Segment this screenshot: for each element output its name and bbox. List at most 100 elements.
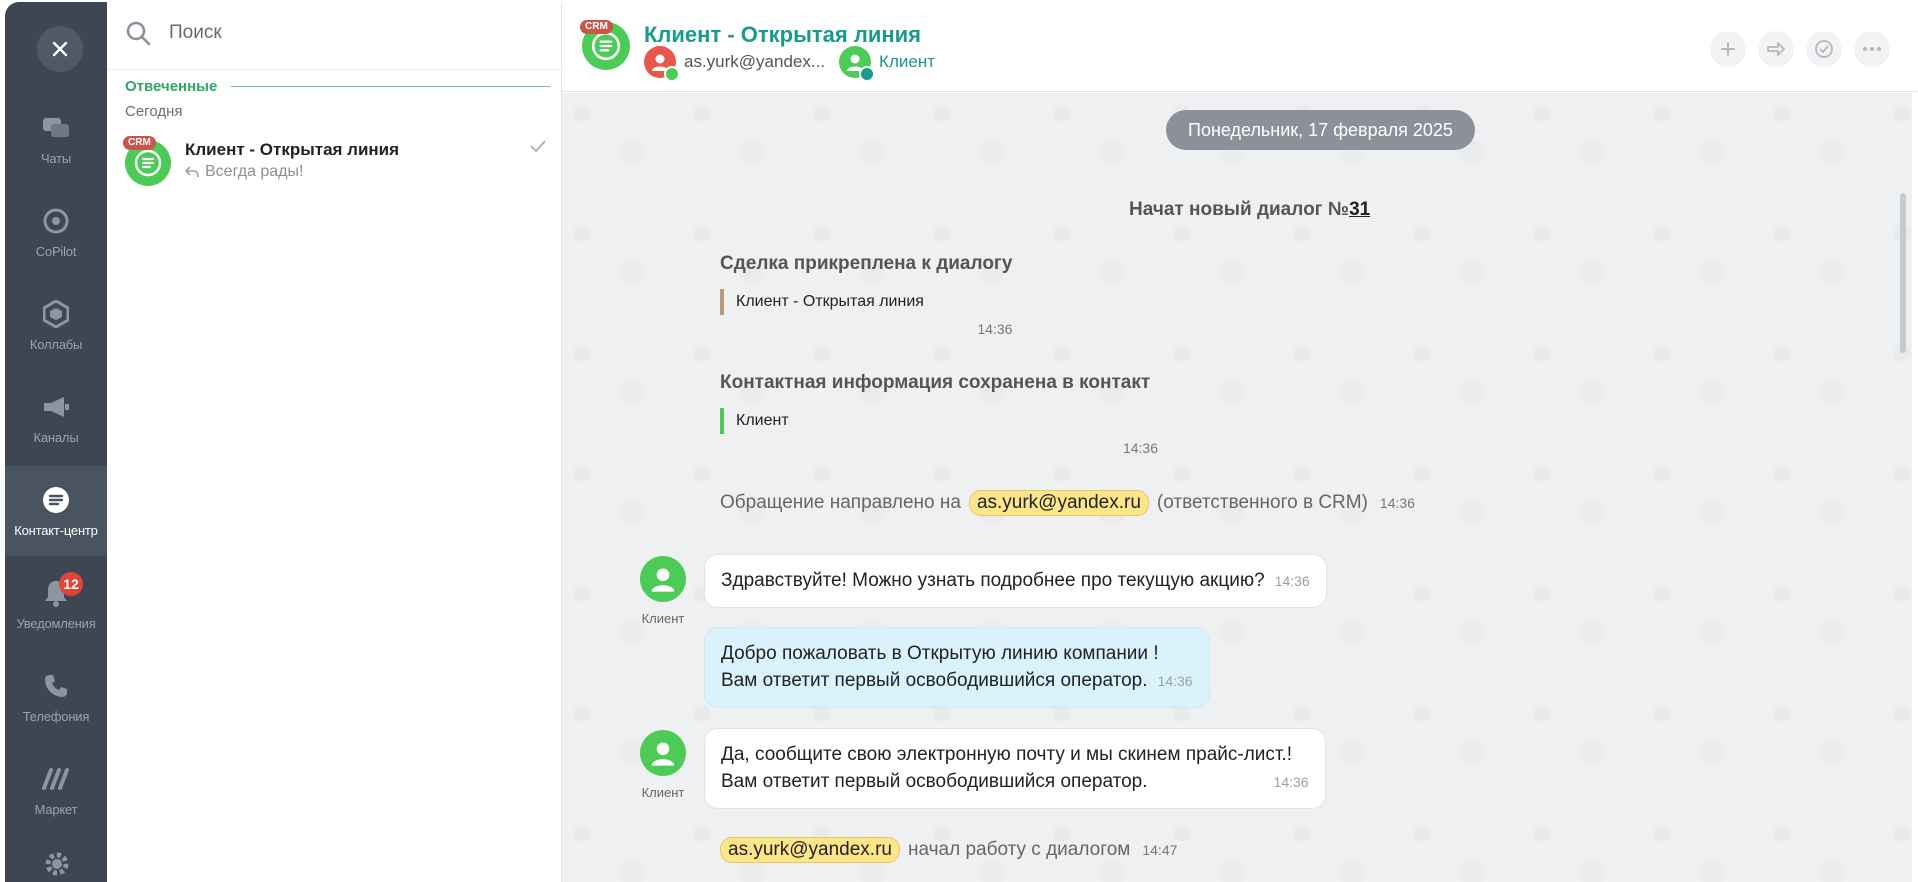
gear-icon (45, 852, 69, 876)
rail-item-label: Каналы (33, 429, 79, 445)
reply-icon (185, 166, 199, 178)
client-avatar[interactable] (640, 556, 686, 602)
read-check-icon (530, 140, 546, 152)
operator-name[interactable]: as.yurk@yandex... (684, 52, 825, 72)
quote-bar (720, 289, 724, 315)
message-text: Добро пожаловать в Открытую линию компан… (721, 643, 1159, 664)
more-button[interactable] (1854, 31, 1890, 67)
contact-link[interactable]: Клиент (720, 408, 1158, 434)
crm-tag: CRM (123, 136, 156, 150)
client-avatar[interactable] (640, 730, 686, 776)
quote-bar (720, 408, 724, 434)
rail-item-collabs[interactable]: Коллабы (5, 280, 107, 370)
contact-center-icon (41, 485, 71, 515)
bell-icon: 12 (41, 571, 83, 608)
deal-attached-notice: Сделка прикреплена к диалогу Клиент - От… (720, 253, 1012, 337)
crm-tag: CRM (580, 20, 613, 34)
rail-item-chats[interactable]: Чаты (5, 94, 107, 184)
forward-button[interactable] (1758, 31, 1794, 67)
assignment-notice: Обращение направлено на as.yurk@yandex.r… (720, 490, 1415, 516)
message-text: Вам ответит первый освободившийся операт… (721, 670, 1148, 691)
chat-list-item[interactable]: CRM Клиент - Открытая линия Всегда рады! (123, 136, 550, 186)
rail-item-market[interactable]: Маркет (5, 745, 107, 835)
more-icon (1863, 47, 1881, 51)
operator-avatar[interactable] (644, 46, 680, 82)
operator-mention[interactable]: as.yurk@yandex.ru (720, 837, 900, 863)
contact-name: Клиент (736, 412, 789, 429)
assign-suffix: (ответственного в CRM) (1156, 492, 1368, 513)
notice-time: 14:47 (1142, 842, 1178, 858)
open-line-icon (591, 31, 621, 61)
close-button[interactable] (37, 26, 83, 72)
message-bubble[interactable]: Да, сообщите свою электронную почту и мы… (704, 728, 1326, 809)
chats-icon (41, 113, 71, 143)
client-name[interactable]: Клиент (879, 52, 935, 72)
user-icon (651, 568, 675, 592)
chat-main: CRM Клиент - Открытая линия as.yurk@yand… (562, 2, 1918, 882)
search-icon (126, 21, 151, 46)
scrollbar[interactable] (1900, 193, 1906, 353)
deal-name: Клиент - Открытая линия (736, 293, 924, 310)
search-input[interactable] (167, 21, 527, 45)
section-today: Сегодня (125, 103, 183, 120)
search-bar (125, 20, 527, 46)
notifications-badge: 12 (59, 571, 83, 596)
notice-title: Контактная информация сохранена в контак… (720, 372, 1151, 393)
date-separator: Понедельник, 17 февраля 2025 (1166, 110, 1475, 150)
rail-item-channels[interactable]: Каналы (5, 373, 107, 463)
dialog-number-link[interactable]: 31 (1349, 199, 1370, 220)
client-avatar[interactable] (839, 46, 876, 82)
rail-item-copilot[interactable]: CoPilot (5, 187, 107, 277)
close-icon (52, 41, 68, 57)
rail-item-label: Телефония (22, 708, 90, 724)
finish-dialog-button[interactable] (1806, 31, 1842, 67)
started-text: начал работу с диалогом (907, 839, 1131, 860)
rail-item-label: Коллабы (29, 336, 83, 352)
settings-button[interactable] (43, 850, 71, 878)
contact-saved-notice: Контактная информация сохранена в контак… (720, 372, 1158, 456)
forward-icon (1767, 42, 1785, 56)
phone-icon (41, 671, 71, 701)
message-author: Клиент (641, 785, 685, 800)
chat-header: CRM Клиент - Открытая линия as.yurk@yand… (562, 2, 1918, 92)
section-answered: Отвеченные (125, 78, 550, 95)
open-line-icon (134, 149, 162, 177)
add-button[interactable] (1710, 31, 1746, 67)
operator-started-notice: as.yurk@yandex.ru начал работу с диалого… (712, 837, 1177, 863)
operator-mention[interactable]: as.yurk@yandex.ru (968, 490, 1149, 516)
rail-item-telephony[interactable]: Телефония (5, 652, 107, 742)
message-text: Да, сообщите свою электронную почту и мы… (721, 744, 1293, 765)
rail-item-label: Чаты (40, 150, 72, 166)
copilot-icon (41, 206, 71, 236)
deal-link[interactable]: Клиент - Открытая линия (720, 289, 1012, 315)
divider (107, 69, 562, 70)
rail-item-label: Маркет (34, 801, 78, 817)
rail-item-label: Контакт-центр (14, 522, 98, 538)
market-icon (41, 764, 71, 794)
app-window: Чаты CoPilot Коллабы Каналы Контакт-цент (0, 0, 1918, 882)
message-text: Здравствуйте! Можно узнать подробнее про… (721, 570, 1265, 591)
rail-item-contact-center[interactable]: Контакт-центр (5, 466, 107, 556)
message-author: Клиент (641, 611, 685, 626)
user-icon (651, 742, 675, 766)
message-text: Вам ответит первый освободившийся операт… (721, 771, 1148, 792)
rail-item-label: CoPilot (35, 243, 77, 259)
message-time: 14:36 (1157, 673, 1193, 689)
message-bubble[interactable]: Добро пожаловать в Открытую линию компан… (704, 627, 1210, 708)
plus-icon (1721, 42, 1735, 56)
notice-time: 14:36 (1379, 495, 1415, 511)
section-title-label: Отвеченные (125, 78, 218, 95)
header-actions (1698, 31, 1890, 67)
message-time: 14:36 (1274, 573, 1310, 589)
chat-messages-area[interactable]: Понедельник, 17 февраля 2025 Начат новый… (562, 93, 1912, 882)
chat-preview-text: Всегда рады! (205, 163, 304, 180)
rail-item-label: Уведомления (16, 615, 96, 631)
chat-title: Клиент - Открытая линия (185, 140, 400, 159)
rail-item-notifications[interactable]: 12 Уведомления (5, 559, 107, 649)
message-bubble[interactable]: Здравствуйте! Можно узнать подробнее про… (704, 554, 1327, 608)
dialog-title[interactable]: Клиент - Открытая линия (644, 22, 921, 48)
crown-icon (664, 66, 680, 82)
new-dialog-notice: Начат новый диалог №31 (1129, 199, 1370, 221)
chat-list-panel: Отвеченные Сегодня CRM Клиент - Открытая… (107, 2, 562, 882)
notice-time: 14:36 (1122, 440, 1158, 456)
